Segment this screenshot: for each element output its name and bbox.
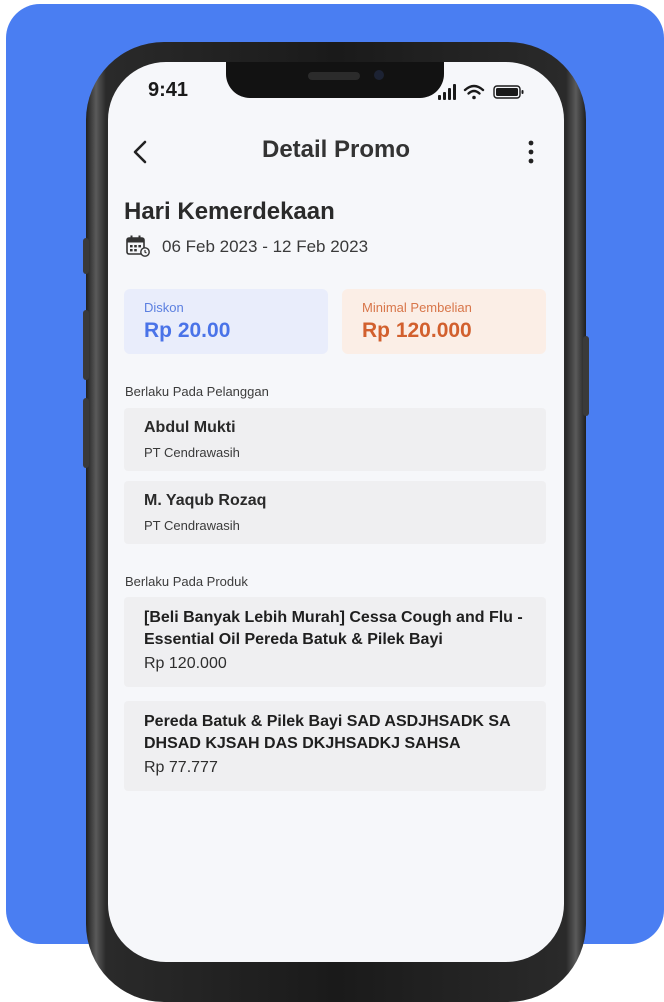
phone-screen: 9:41 Detail Promo Hari Kemerdekaan 06 Fe… (108, 62, 564, 962)
signal-icon (438, 84, 456, 100)
phone-volume-down-button (83, 398, 89, 468)
discount-card: Diskon Rp 20.00 (124, 289, 328, 354)
notch (226, 62, 444, 98)
phone-power-button (583, 336, 589, 416)
product-item[interactable]: [Beli Banyak Lebih Murah] Cessa Cough an… (124, 597, 546, 687)
wifi-icon (463, 84, 485, 100)
customer-company: PT Cendrawasih (144, 518, 240, 533)
promo-date-range: 06 Feb 2023 - 12 Feb 2023 (162, 237, 369, 256)
phone-side-button (83, 238, 89, 274)
speaker (308, 72, 360, 80)
customer-name: M. Yaqub Rozaq (144, 492, 267, 509)
customer-name: Abdul Mukti (144, 419, 236, 436)
product-price: Rp 120.000 (144, 655, 227, 672)
status-icons (438, 82, 538, 102)
customer-item[interactable]: M. Yaqub Rozaq PT Cendrawasih (124, 481, 546, 544)
status-time: 9:41 (148, 79, 189, 101)
min-purchase-value: Rp 120.000 (362, 319, 472, 342)
customer-company: PT Cendrawasih (144, 445, 240, 460)
product-name: Pereda Batuk & Pilek Bayi SAD ASDJHSADK … (144, 713, 511, 752)
front-camera (374, 70, 384, 80)
more-menu-button[interactable] (520, 136, 542, 168)
customer-item[interactable]: Abdul Mukti PT Cendrawasih (124, 408, 546, 471)
promo-title: Hari Kemerdekaan (124, 198, 335, 225)
product-price: Rp 77.777 (144, 759, 218, 776)
phone-volume-up-button (83, 310, 89, 380)
battery-icon (493, 85, 524, 99)
min-purchase-label: Minimal Pembelian (362, 300, 472, 315)
page-title: Detail Promo (261, 136, 411, 163)
products-section-label: Berlaku Pada Produk (125, 574, 248, 589)
product-item[interactable]: Pereda Batuk & Pilek Bayi SAD ASDJHSADK … (124, 701, 546, 791)
customers-section-label: Berlaku Pada Pelanggan (125, 384, 269, 399)
more-vertical-icon (528, 140, 534, 164)
product-name: [Beli Banyak Lebih Murah] Cessa Cough an… (144, 609, 523, 648)
min-purchase-card: Minimal Pembelian Rp 120.000 (342, 289, 546, 354)
discount-label: Diskon (144, 300, 184, 315)
calendar-icon (126, 235, 150, 257)
status-icons-svg (438, 84, 524, 100)
discount-value: Rp 20.00 (144, 319, 231, 342)
